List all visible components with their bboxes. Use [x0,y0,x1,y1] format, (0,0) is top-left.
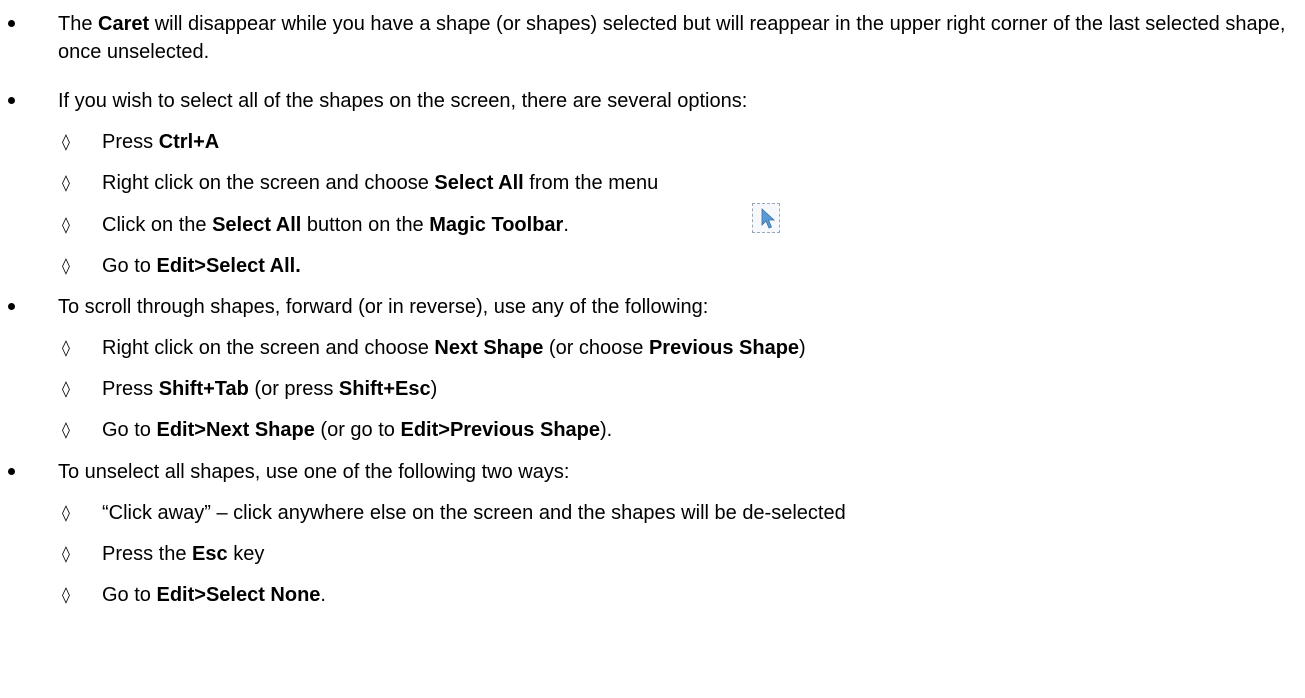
text-run: (or go to [314,419,401,441]
diamond-marker: ◊ [62,132,70,151]
sub-text: Press the Esc key [102,540,264,568]
text-run-bold: Shift+Esc [338,378,431,400]
text-run: Go to [102,255,157,277]
sub-item-edit-next-shape: ◊ Go to Edit>Next Shape (or go to Edit>P… [0,416,1305,444]
sub-text: “Click away” – click anywhere else on th… [102,499,846,527]
diamond-marker: ◊ [62,173,70,192]
text-run: Go to [102,419,157,441]
text-run: To unselect all shapes, use one of the f… [58,461,570,483]
sub-item-esc-key: ◊ Press the Esc key [0,540,1305,568]
text-run: “Click away” – click anywhere else on th… [102,502,846,524]
sub-item-select-none: ◊ Go to Edit>Select None. [0,581,1305,609]
bullet-text: The Caret will disappear while you have … [58,10,1298,66]
sub-item-magic-toolbar: ◊ Click on the Select All button on the … [0,203,1305,239]
text-run: Right click on the screen and choose [102,337,435,359]
text-run: Press [102,131,159,153]
text-run: Right click on the screen and choose [102,172,435,194]
bullet-dot [8,303,15,310]
select-all-arrow-icon [752,203,780,233]
sub-item-click-away: ◊ “Click away” – click anywhere else on … [0,499,1305,527]
text-run: from the menu [523,172,659,194]
bullet-item-unselect: To unselect all shapes, use one of the f… [0,458,1305,486]
diamond-marker: ◊ [62,503,70,522]
text-run: . [563,214,569,236]
text-run-bold: Next Shape [434,337,544,359]
text-run-bold: Select All [212,214,302,236]
text-run: Press [102,378,159,400]
text-run: ) [799,337,806,359]
text-run-bold: Edit>Next Shape [156,419,315,441]
text-run: ). [600,419,613,441]
bullet-item-caret: The Caret will disappear while you have … [0,10,1305,66]
text-run: To scroll through shapes, forward (or in… [58,296,709,318]
text-run-bold: Esc [192,543,228,565]
diamond-marker: ◊ [62,585,70,604]
bullet-item-select-all: If you wish to select all of the shapes … [0,87,1305,115]
text-run-bold: Previous Shape [648,337,800,359]
diamond-marker: ◊ [62,338,70,357]
sub-item-edit-select-all: ◊ Go to Edit>Select All. [0,252,1305,280]
text-run: key [227,543,265,565]
bullet-dot [8,20,15,27]
sub-text: Right click on the screen and choose Sel… [102,169,658,197]
diamond-marker: ◊ [62,379,70,398]
sub-text: Go to Edit>Next Shape (or go to Edit>Pre… [102,416,612,444]
sub-text: Go to Edit>Select None. [102,581,326,609]
text-run: Click on the [102,214,213,236]
bullet-dot [8,468,15,475]
sub-item-ctrl-a: ◊ Press Ctrl+A [0,128,1305,156]
text-run-bold: Edit>Previous Shape [400,419,600,441]
sub-item-right-click-select-all: ◊ Right click on the screen and choose S… [0,169,1305,197]
diamond-marker: ◊ [62,256,70,275]
text-run: will disappear while you have a shape (o… [58,13,1286,63]
diamond-marker: ◊ [62,544,70,563]
sub-item-next-shape: ◊ Right click on the screen and choose N… [0,334,1305,362]
sub-item-shift-tab: ◊ Press Shift+Tab (or press Shift+Esc) [0,375,1305,403]
sub-text: Go to Edit>Select All. [102,252,301,280]
diamond-marker: ◊ [62,215,70,234]
text-run: . [320,584,326,606]
bullet-item-scroll-shapes: To scroll through shapes, forward (or in… [0,293,1305,321]
text-run-bold: Edit>Select None [156,584,321,606]
text-run-bold: Ctrl+A [158,131,220,153]
diamond-marker: ◊ [62,420,70,439]
text-run-bold: Caret [98,13,150,35]
document-page: The Caret will disappear while you have … [0,0,1305,698]
bullet-text: To scroll through shapes, forward (or in… [58,293,1298,321]
text-run-bold: Select All [434,172,524,194]
text-run: button on the [301,214,430,236]
text-run: Press the [102,543,193,565]
sub-text: Right click on the screen and choose Nex… [102,334,806,362]
text-run: (or press [248,378,339,400]
bullet-text: To unselect all shapes, use one of the f… [58,458,1298,486]
sub-text: Press Ctrl+A [102,128,219,156]
text-run: The [58,13,99,35]
text-run-bold: Magic Toolbar [429,214,564,236]
bullet-dot [8,97,15,104]
bullet-text: If you wish to select all of the shapes … [58,87,1298,115]
text-run: Go to [102,584,157,606]
text-run: ) [430,378,438,400]
text-run-bold: Shift+Tab [158,378,249,400]
text-run: (or choose [543,337,649,359]
text-run: If you wish to select all of the shapes … [58,90,748,112]
text-run-bold: Edit>Select All. [156,255,301,277]
sub-text: Click on the Select All button on the Ma… [102,211,569,239]
sub-text: Press Shift+Tab (or press Shift+Esc) [102,375,437,403]
